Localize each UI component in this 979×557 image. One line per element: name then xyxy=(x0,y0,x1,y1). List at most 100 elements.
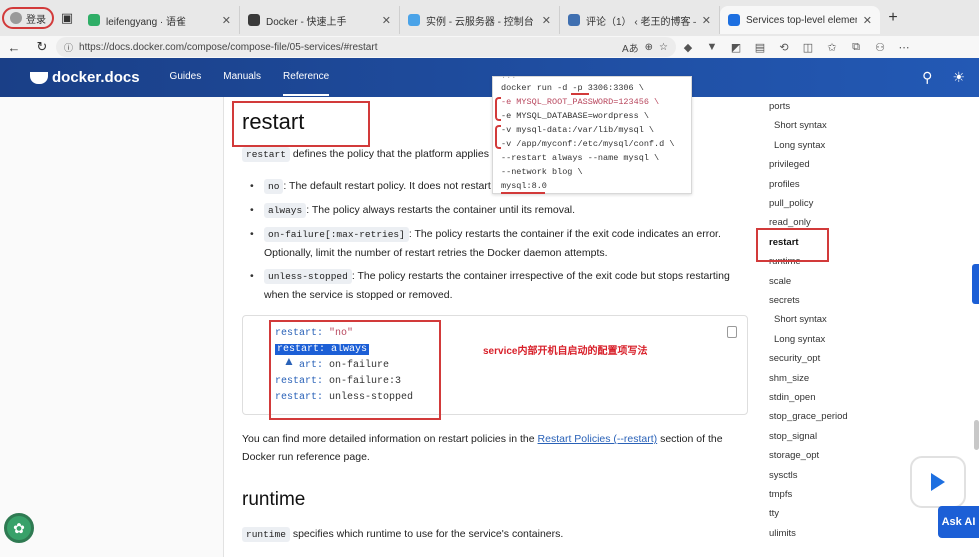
extension-icon[interactable]: ⚇ xyxy=(868,41,892,54)
nav-reference[interactable]: Reference xyxy=(283,59,330,96)
extension-icon[interactable]: ◆ xyxy=(676,41,700,54)
browser-tab-bar: 登录 ▣ leifengyang · 语雀 ✕ Docker - 快速上手 ✕ … xyxy=(0,0,979,36)
restart-options-list: no: The default restart policy. It does … xyxy=(246,177,746,309)
code-value: "no" xyxy=(329,328,354,339)
docs-header: docker.docs Guides Manuals Reference ⚲ ☀ xyxy=(0,58,979,97)
annotation-bracket xyxy=(495,125,501,149)
close-icon[interactable]: ✕ xyxy=(542,14,551,27)
tab-title: Services top-level elements | Doc xyxy=(746,14,857,26)
tab-favicon xyxy=(248,14,260,26)
tab-4[interactable]: 评论（1） ‹ 老王的博客 — Word ✕ xyxy=(560,6,720,34)
toc-item-long-syntax[interactable]: Long syntax xyxy=(774,140,825,151)
terminal-line: mysql:8.0 xyxy=(501,181,547,191)
tab-title: 评论（1） ‹ 老王的博客 — Word xyxy=(586,16,696,28)
toc-item-long-syntax[interactable]: Long syntax xyxy=(774,334,825,345)
tab-actions-icon[interactable]: ▣ xyxy=(54,5,80,31)
toc-item-read-only[interactable]: read_only xyxy=(769,217,811,228)
url-field[interactable]: ⓘ https://docs.docker.com/compose/compos… xyxy=(56,37,676,57)
more-icon[interactable]: ⋯ xyxy=(892,41,916,54)
code-line: restart: on-failure:3 xyxy=(275,376,401,387)
extension-icon[interactable]: ⟲ xyxy=(772,41,796,54)
tab-1[interactable]: leifengyang · 语雀 ✕ xyxy=(80,6,240,34)
inline-code: restart xyxy=(242,147,290,162)
avatar-icon xyxy=(10,12,22,24)
read-aloud-icon[interactable]: Aあ xyxy=(622,40,639,55)
toc-item-short-syntax[interactable]: Short syntax xyxy=(774,314,827,325)
code-block[interactable]: restart: "no" restart: always ▲ art: on-… xyxy=(242,315,748,420)
scrollbar-thumb[interactable] xyxy=(974,420,979,450)
table-of-contents: ports Short syntax Long syntax privileged pr… xyxy=(760,97,930,557)
tab-favicon xyxy=(568,14,580,26)
profile-button[interactable]: 登录 xyxy=(2,7,54,29)
side-panel-handle[interactable] xyxy=(972,264,979,304)
back-arrow-icon[interactable]: ← xyxy=(0,40,28,55)
tab-title: Docker - 快速上手 xyxy=(266,16,347,28)
toc-item-stop-grace-period[interactable]: stop_grace_period xyxy=(769,411,848,422)
toc-item-stop-signal[interactable]: stop_signal xyxy=(769,431,817,442)
toc-item-sysctls[interactable]: sysctls xyxy=(769,470,798,481)
toc-item-shm-size[interactable]: shm_size xyxy=(769,373,809,384)
toc-item-ports[interactable]: ports xyxy=(769,101,790,112)
terminal-line: ... xyxy=(501,71,517,81)
favorite-star-icon[interactable]: ☆ xyxy=(659,42,668,53)
nav-manuals[interactable]: Manuals xyxy=(223,59,261,96)
close-icon[interactable]: ✕ xyxy=(222,14,231,27)
close-icon[interactable]: ✕ xyxy=(863,14,872,27)
collections-icon[interactable]: ⧉ xyxy=(844,41,868,54)
toc-item-scale[interactable]: scale xyxy=(769,276,791,287)
terminal-line: -e MYSQL_ROOT_PASSWORD=123456 \ xyxy=(501,97,660,107)
more-info-text: You can find more detailed information o… xyxy=(242,433,535,445)
code-value: on-failure xyxy=(329,360,390,371)
profile-label: 登录 xyxy=(26,14,46,26)
copy-icon[interactable] xyxy=(727,326,737,338)
tab-favicon xyxy=(88,14,100,26)
refresh-icon[interactable]: ↻ xyxy=(28,39,56,55)
tab-5-active[interactable]: Services top-level elements | Doc ✕ xyxy=(720,6,880,34)
code-value: always xyxy=(331,344,368,355)
option-text: : The policy always restarts the contain… xyxy=(306,204,576,216)
toc-item-stdin-open[interactable]: stdin_open xyxy=(769,392,815,403)
ask-ai-button[interactable]: Ask AI xyxy=(938,506,979,538)
docker-logo[interactable]: docker.docs xyxy=(30,69,140,86)
tab-3[interactable]: 实例 - 云服务器 - 控制台 ✕ xyxy=(400,6,560,34)
tab-2[interactable]: Docker - 快速上手 ✕ xyxy=(240,6,400,34)
toc-item-privileged[interactable]: privileged xyxy=(769,159,810,170)
toc-item-pull-policy[interactable]: pull_policy xyxy=(769,198,813,209)
more-info-paragraph: You can find more detailed information o… xyxy=(242,430,752,466)
restart-policies-link[interactable]: Restart Policies (--restart) xyxy=(538,433,658,445)
tab-title: leifengyang · 语雀 xyxy=(106,16,187,28)
close-icon[interactable]: ✕ xyxy=(702,14,711,27)
extension-icon[interactable]: ▤ xyxy=(748,41,772,54)
toc-item-tty[interactable]: tty xyxy=(769,508,779,519)
zoom-icon[interactable]: ⊕ xyxy=(645,42,653,53)
toc-item-short-syntax[interactable]: Short syntax xyxy=(774,120,827,131)
theme-icon[interactable]: ☀ xyxy=(952,69,965,86)
toc-item-tmpfs[interactable]: tmpfs xyxy=(769,489,792,500)
logo-text: docker.docs xyxy=(52,69,140,86)
url-text: https://docs.docker.com/compose/compose-… xyxy=(79,41,378,53)
assistant-icon[interactable]: ✿ xyxy=(4,513,34,543)
inline-code: unless-stopped xyxy=(264,269,352,284)
more-info-text-2: section of the xyxy=(660,433,723,445)
toc-item-ulimits[interactable]: ulimits xyxy=(769,528,796,539)
split-screen-icon[interactable]: ◫ xyxy=(796,41,820,54)
toc-item-secrets[interactable]: secrets xyxy=(769,295,800,306)
search-icon[interactable]: ⚲ xyxy=(922,69,932,86)
video-widget[interactable] xyxy=(910,456,966,508)
code-key: restart: xyxy=(275,392,324,403)
annotation-underline xyxy=(501,192,545,194)
favorites-icon[interactable]: ✩ xyxy=(820,41,844,54)
close-icon[interactable]: ✕ xyxy=(382,14,391,27)
nav-guides[interactable]: Guides xyxy=(170,59,202,96)
annotation-bracket xyxy=(495,97,501,121)
extension-icon[interactable]: ◩ xyxy=(724,41,748,54)
site-info-icon[interactable]: ⓘ xyxy=(64,41,73,54)
code-value: unless-stopped xyxy=(329,392,414,403)
selection-popup-icon[interactable]: ▲ xyxy=(283,354,295,368)
toc-item-storage-opt[interactable]: storage_opt xyxy=(769,450,819,461)
code-key: restart: xyxy=(275,328,324,339)
new-tab-button[interactable]: + xyxy=(880,9,906,27)
toc-item-security-opt[interactable]: security_opt xyxy=(769,353,820,364)
extension-icon[interactable]: ▼ xyxy=(700,41,724,53)
toc-item-profiles[interactable]: profiles xyxy=(769,179,800,190)
